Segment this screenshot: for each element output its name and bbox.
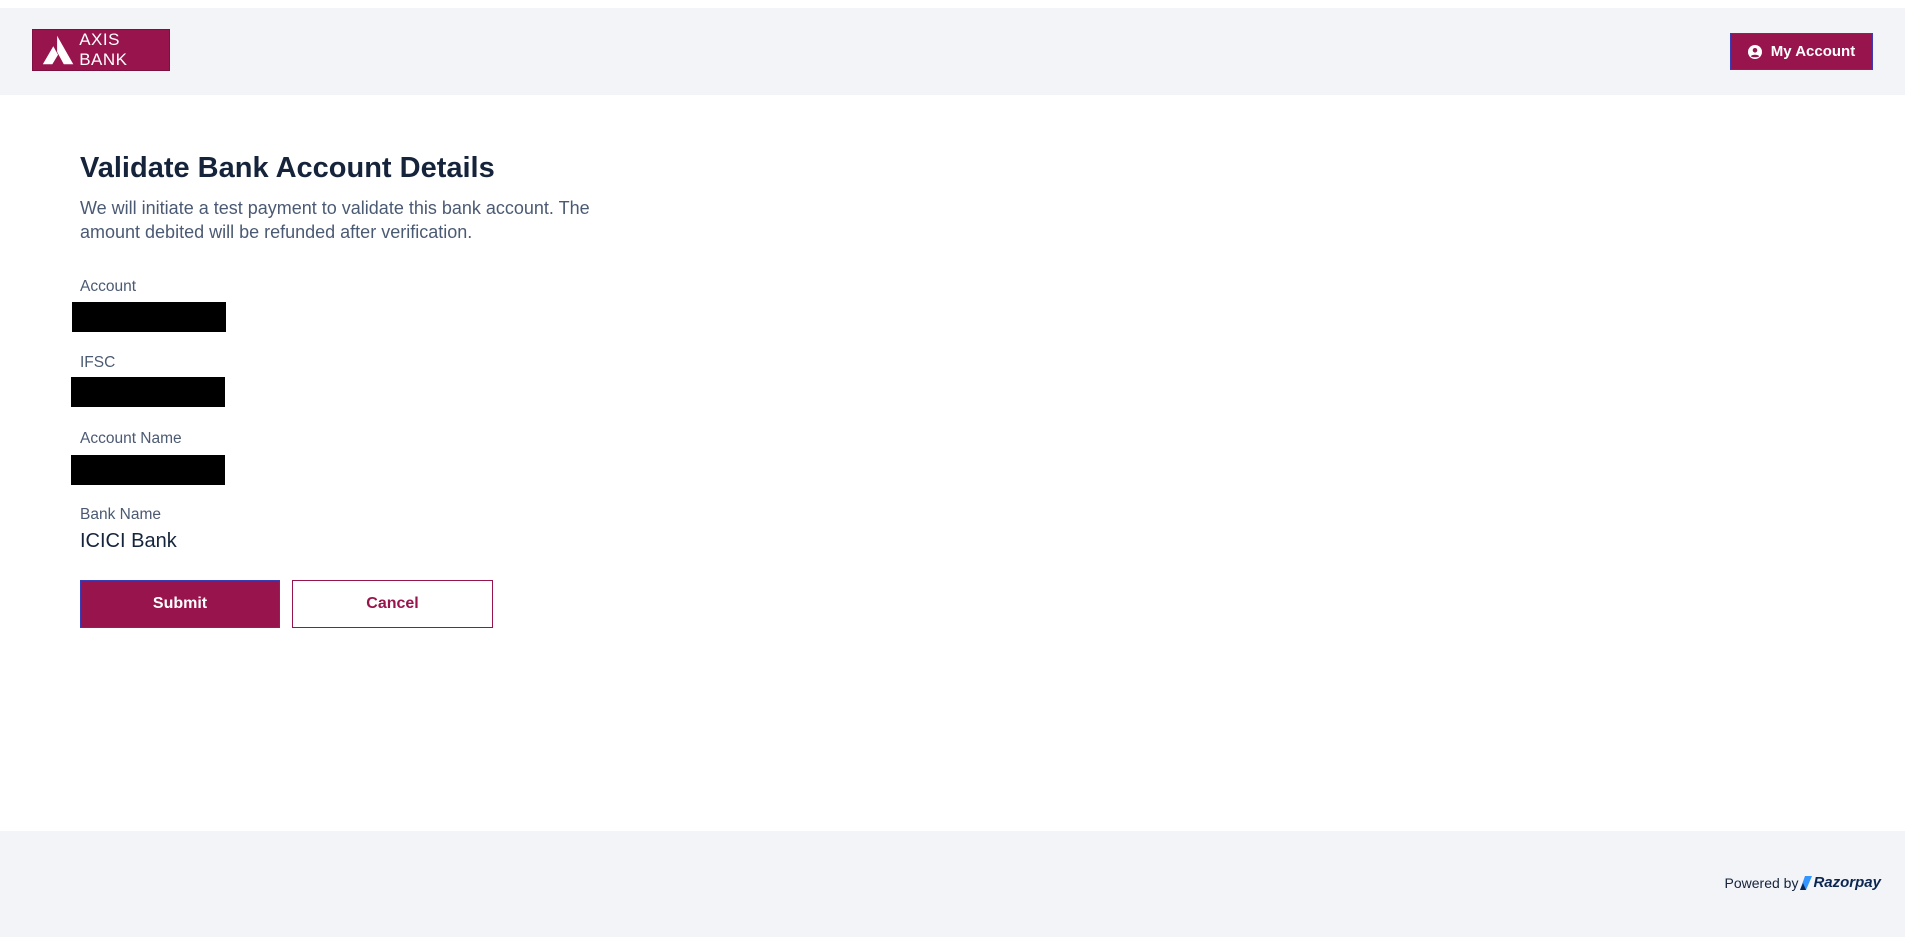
submit-label: Submit [152, 595, 208, 612]
header: AXIS BANK My Account [0, 8, 1905, 95]
razorpay-brand[interactable]: Razorpay [1813, 874, 1881, 891]
powered-by: Powered by Razorpay [1725, 874, 1881, 891]
account-label: Account [80, 278, 137, 295]
footer: Powered by Razorpay [0, 831, 1905, 937]
account-value-redacted [72, 302, 226, 332]
axis-logo-icon [42, 35, 74, 65]
cancel-label: Cancel [366, 595, 419, 612]
page-title: Validate Bank Account Details [80, 152, 495, 184]
page-description: We will initiate a test payment to valid… [80, 198, 590, 242]
razorpay-logo-icon [1800, 875, 1813, 890]
user-circle-icon [1747, 44, 1762, 59]
my-account-label: My Account [1770, 43, 1856, 60]
ifsc-value-redacted [71, 377, 225, 407]
my-account-button[interactable]: My Account [1730, 33, 1873, 70]
account-name-label: Account Name [80, 430, 182, 447]
top-strip [0, 0, 1905, 8]
form-fields: Account IFSC Account Name Bank Name ICIC… [71, 244, 780, 644]
powered-by-text: Powered by [1724, 874, 1799, 891]
submit-button[interactable]: Submit [80, 580, 280, 628]
validate-form: Validate Bank Account Details We will in… [71, 150, 780, 644]
account-name-value-redacted [71, 455, 225, 485]
bank-name-value: ICICI Bank [80, 530, 177, 552]
bank-name-label: Bank Name [80, 506, 161, 523]
cancel-button[interactable]: Cancel [292, 580, 493, 628]
logo-text: AXIS BANK [79, 30, 128, 69]
axis-bank-logo[interactable]: AXIS BANK [32, 29, 170, 71]
ifsc-label: IFSC [80, 354, 116, 371]
